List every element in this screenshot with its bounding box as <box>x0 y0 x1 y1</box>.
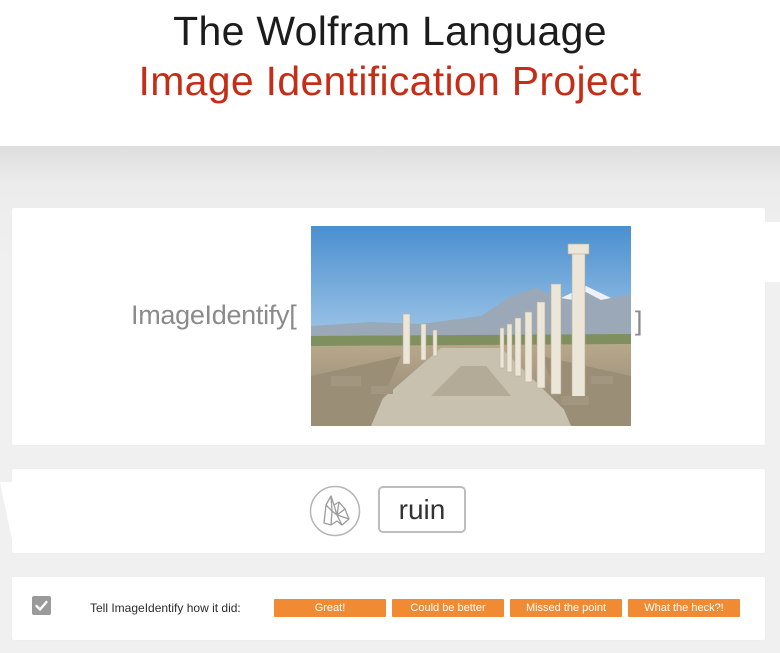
check-icon <box>35 600 48 611</box>
could-be-better-button[interactable]: Could be better <box>392 599 504 617</box>
wolf-icon <box>309 485 361 537</box>
feedback-prompt: Tell ImageIdentify how it did: <box>90 601 241 615</box>
page-subtitle: Image Identification Project <box>138 58 642 104</box>
feedback-checkbox[interactable] <box>32 596 51 615</box>
result-label: ruin <box>378 486 466 533</box>
function-prefix: ImageIdentify[ <box>131 300 297 330</box>
function-suffix: ] <box>635 306 643 336</box>
page-header: The Wolfram Language Image Identificatio… <box>0 0 780 146</box>
missed-the-point-button[interactable]: Missed the point <box>510 599 622 617</box>
what-the-heck-button[interactable]: What the heck?! <box>628 599 740 617</box>
great-button[interactable]: Great! <box>274 599 386 617</box>
page-title: The Wolfram Language <box>173 8 607 54</box>
input-image[interactable] <box>311 226 631 426</box>
right-edge-tab <box>765 222 780 282</box>
